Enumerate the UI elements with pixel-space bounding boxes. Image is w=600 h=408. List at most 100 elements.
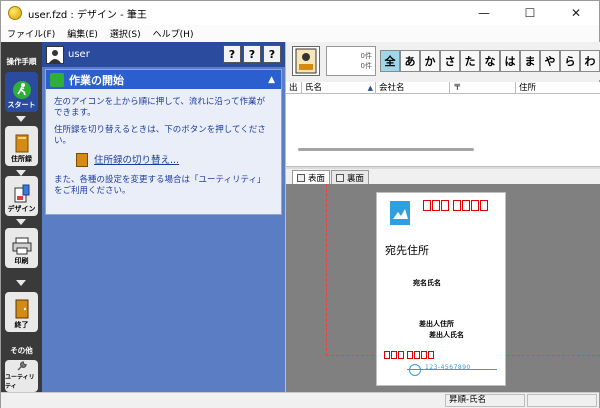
status-bar: 昇順-氏名 <box>1 392 599 408</box>
kana-tab-na[interactable]: な <box>480 50 500 72</box>
user-name: user <box>68 49 90 60</box>
address-book-icon <box>15 134 28 153</box>
section-label-other: その他 <box>10 346 33 355</box>
tab-back[interactable]: 裏面 <box>331 170 370 184</box>
status-cell-empty <box>527 394 597 407</box>
count-total: 0件 <box>360 52 372 60</box>
wrench-icon <box>17 361 27 371</box>
back-side-icon <box>336 173 345 182</box>
recipient-zip-boxes <box>423 200 488 211</box>
address-list-header: 出 氏名 ▲ 会社名 〒 住所 <box>286 82 600 94</box>
minimize-button[interactable]: — <box>461 1 507 25</box>
horizontal-scrollbar[interactable] <box>298 148 474 151</box>
address-book-label: 住所録 <box>11 155 32 163</box>
window-title: user.fzd : デザイン - 筆王 <box>28 9 147 21</box>
print-label: 印刷 <box>14 257 29 265</box>
runner-small-icon <box>50 72 64 87</box>
design-icon <box>14 184 29 203</box>
kana-tab-a[interactable]: あ <box>400 50 420 72</box>
tab-back-label: 裏面 <box>347 173 365 184</box>
printer-icon <box>12 237 31 255</box>
column-zip[interactable]: 〒 <box>450 82 516 93</box>
title-bar: user.fzd : デザイン - 筆王 — ☐ ✕ <box>1 1 599 25</box>
menu-bar: ファイル(F) 編集(E) 選択(S) ヘルプ(H) <box>1 25 599 42</box>
menu-help[interactable]: ヘルプ(H) <box>147 27 200 40</box>
sender-address: 差出人住所 <box>419 320 454 328</box>
menu-file[interactable]: ファイル(F) <box>1 27 61 40</box>
column-name[interactable]: 氏名 ▲ <box>302 82 376 93</box>
section-label-steps: 操作手順 <box>6 57 37 66</box>
utility-label: ユーティリティ <box>5 374 35 390</box>
kana-tab-ma[interactable]: ま <box>520 50 540 72</box>
down-arrow-icon <box>16 116 26 122</box>
switch-address-book-label: 住所録の切り替え... <box>94 154 180 166</box>
address-book-icon <box>76 153 88 167</box>
start-label: スタート <box>7 101 36 109</box>
task-panel: user ? ? ? 作業の開始 ▲ 左のアイコンを上から順に押して、流れに沿っ… <box>42 42 285 392</box>
down-arrow-icon <box>16 280 26 286</box>
address-card-icon[interactable] <box>292 46 320 76</box>
exit-label: 終了 <box>14 321 29 329</box>
help-button-1[interactable]: ? <box>223 45 241 63</box>
design-button[interactable]: デザイン <box>5 176 38 216</box>
kana-tab-sa[interactable]: さ <box>440 50 460 72</box>
card-body: 左のアイコンを上から順に押して、流れに沿って作業ができます。 住所録を切り替える… <box>46 89 281 211</box>
help-button-3[interactable]: ? <box>263 45 281 63</box>
getting-started-card: 作業の開始 ▲ 左のアイコンを上から順に押して、流れに沿って作業ができます。 住… <box>45 69 282 215</box>
kana-tab-ha[interactable]: は <box>500 50 520 72</box>
address-book-button[interactable]: 住所録 <box>5 126 38 166</box>
column-address[interactable]: 住所 <box>516 82 600 93</box>
exit-button[interactable]: 終了 <box>5 292 38 332</box>
menu-select[interactable]: 選択(S) <box>104 27 147 40</box>
instruction-text-3: また、各種の設定を変更する場合は「ユーティリティ」をご利用ください。 <box>54 175 266 196</box>
card-header[interactable]: 作業の開始 ▲ <box>46 70 281 89</box>
instruction-text-1: 左のアイコンを上から順に押して、流れに沿って作業ができます。 <box>54 97 265 118</box>
kana-tab-all[interactable]: 全 <box>380 50 400 72</box>
postcard[interactable]: 宛先住所 宛名氏名 差出人住所 差出人氏名 123-4567890 <box>376 192 506 386</box>
sender-zip-boxes <box>384 351 434 359</box>
start-button[interactable]: スタート <box>5 72 38 112</box>
column-name-label: 氏名 <box>305 83 323 93</box>
record-counter: 0件 0件 <box>326 46 376 76</box>
kana-tab-ka[interactable]: か <box>420 50 440 72</box>
maximize-button[interactable]: ☐ <box>507 1 553 25</box>
column-out[interactable]: 出 <box>286 82 302 93</box>
sort-status: 昇順-氏名 <box>445 394 525 407</box>
recipient-name: 宛名氏名 <box>413 279 441 287</box>
stamp-icon <box>390 201 410 225</box>
app-window: user.fzd : デザイン - 筆王 — ☐ ✕ ファイル(F) 編集(E)… <box>0 0 600 408</box>
count-selected: 0件 <box>360 62 372 70</box>
address-area: 0件 0件 全 あ か さ た な は ま や ら わ 出 氏名 ▲ 会社名 〒… <box>285 42 600 392</box>
sender-name: 差出人氏名 <box>429 331 464 339</box>
help-buttons: ? ? ? <box>223 45 281 63</box>
collapse-caret-icon[interactable]: ▲ <box>268 75 275 85</box>
kana-tab-ra[interactable]: ら <box>560 50 580 72</box>
kana-tab-ta[interactable]: た <box>460 50 480 72</box>
view-tabs: 表面 裏面 <box>286 169 600 184</box>
kana-index-bar: 全 あ か さ た な は ま や ら わ <box>380 50 600 72</box>
address-list-body[interactable] <box>286 94 600 166</box>
design-label: デザイン <box>7 205 36 213</box>
instruction-text-2: 住所録を切り替えるときは、下のボタンを押してください。 <box>54 125 266 146</box>
close-button[interactable]: ✕ <box>553 1 599 25</box>
postcard-preview: 宛先住所 宛名氏名 差出人住所 差出人氏名 123-4567890 <box>286 184 600 392</box>
switch-address-book-link[interactable]: 住所録の切り替え... <box>76 153 273 167</box>
customer-barcode: 123-4567890 <box>407 363 497 379</box>
menu-edit[interactable]: 編集(E) <box>61 27 104 40</box>
column-company[interactable]: 会社名 <box>376 82 450 93</box>
runner-icon <box>12 81 31 99</box>
utility-button[interactable]: ユーティリティ <box>5 360 38 392</box>
kana-tab-ya[interactable]: や <box>540 50 560 72</box>
window-controls: — ☐ ✕ <box>461 1 599 25</box>
print-button[interactable]: 印刷 <box>5 228 38 268</box>
user-bar: user ? ? ? <box>42 42 285 67</box>
kana-tab-wa[interactable]: わ <box>580 50 600 72</box>
user-avatar-icon <box>46 45 64 64</box>
exit-door-icon <box>15 299 28 319</box>
card-title: 作業の開始 <box>69 73 124 87</box>
barcode-text: 123-4567890 <box>425 364 471 371</box>
tab-front[interactable]: 表面 <box>292 170 331 184</box>
app-logo-icon <box>8 6 22 20</box>
help-button-2[interactable]: ? <box>243 45 261 63</box>
recipient-address: 宛先住所 <box>385 244 429 257</box>
